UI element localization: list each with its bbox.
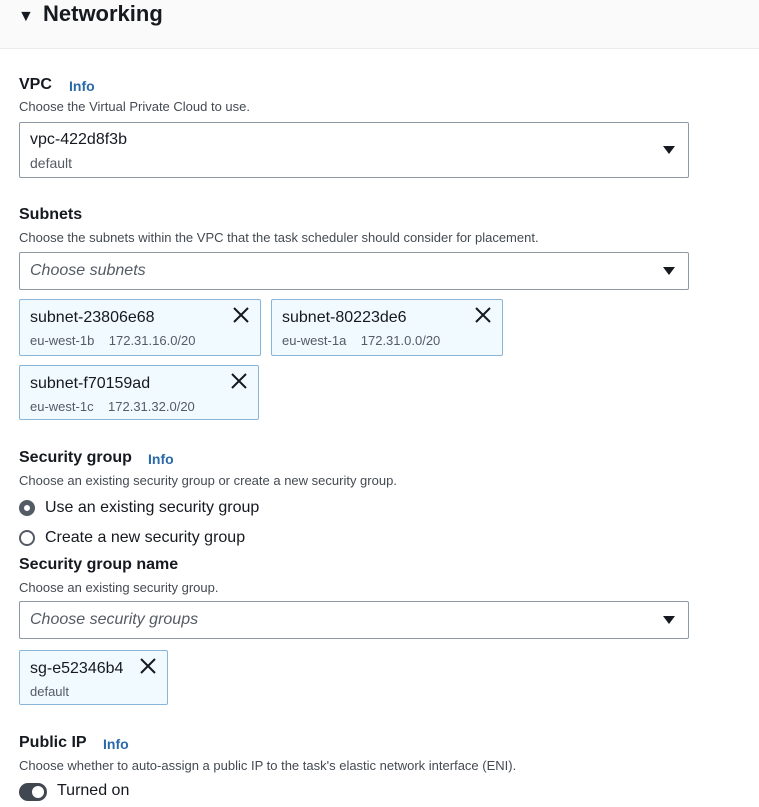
radio-create-new[interactable]: [19, 530, 35, 546]
subnet-token: subnet-f70159ad eu-west-1c 172.31.32.0/2…: [19, 365, 259, 420]
radio-use-existing[interactable]: [19, 500, 35, 516]
remove-icon[interactable]: [139, 657, 157, 675]
dropdown-caret-icon: [663, 616, 675, 624]
subnet-token-detail: eu-west-1b 172.31.16.0/20: [30, 333, 196, 348]
security-group-label: Security group: [19, 449, 132, 466]
vpc-label: VPC: [19, 76, 52, 93]
section-title: Networking: [43, 1, 163, 26]
vpc-selected-detail: default: [30, 155, 73, 171]
subnet-token-detail: eu-west-1c 172.31.32.0/20: [30, 399, 195, 414]
subnet-token: subnet-80223de6 eu-west-1a 172.31.0.0/20: [271, 299, 503, 356]
public-ip-info-link[interactable]: Info: [103, 736, 129, 752]
remove-icon[interactable]: [230, 372, 248, 390]
vpc-info-link[interactable]: Info: [69, 78, 95, 94]
subnets-description: Choose the subnets within the VPC that t…: [19, 230, 539, 245]
subnets-placeholder: Choose subnets: [30, 262, 146, 279]
security-group-name-label: Security group name: [19, 556, 179, 573]
public-ip-description: Choose whether to auto-assign a public I…: [19, 758, 517, 773]
networking-section-header[interactable]: ▼ Networking: [0, 0, 759, 49]
security-group-token: sg-e52346b4 default: [19, 650, 168, 705]
caret-down-icon[interactable]: ▼: [18, 8, 34, 26]
radio-use-existing-label[interactable]: Use an existing security group: [45, 499, 259, 517]
vpc-description: Choose the Virtual Private Cloud to use.: [19, 99, 251, 114]
remove-icon[interactable]: [232, 306, 250, 324]
vpc-select[interactable]: vpc-422d8f3b default: [19, 122, 689, 178]
security-group-info-link[interactable]: Info: [148, 451, 174, 467]
subnet-token-name: subnet-f70159ad: [30, 375, 151, 392]
radio-create-new-label[interactable]: Create a new security group: [45, 529, 245, 547]
public-ip-label: Public IP: [19, 734, 87, 751]
subnet-token-name: subnet-23806e68: [30, 309, 155, 326]
dropdown-caret-icon: [663, 267, 675, 275]
toggle-knob: [32, 786, 44, 798]
vpc-selected-value: vpc-422d8f3b: [30, 131, 127, 148]
security-groups-select[interactable]: Choose security groups: [19, 601, 689, 639]
subnet-token-detail: eu-west-1a 172.31.0.0/20: [282, 333, 441, 348]
public-ip-toggle[interactable]: [19, 783, 47, 801]
remove-icon[interactable]: [474, 306, 492, 324]
security-group-name-description: Choose an existing security group.: [19, 580, 219, 595]
subnets-select[interactable]: Choose subnets: [19, 252, 689, 290]
security-group-description: Choose an existing security group or cre…: [19, 473, 397, 488]
subnets-label: Subnets: [19, 206, 83, 223]
dropdown-caret-icon: [663, 146, 675, 154]
security-groups-placeholder: Choose security groups: [30, 611, 199, 628]
subnet-token-name: subnet-80223de6: [282, 309, 407, 326]
public-ip-toggle-label: Turned on: [57, 782, 130, 799]
subnet-token: subnet-23806e68 eu-west-1b 172.31.16.0/2…: [19, 299, 261, 356]
security-group-token-detail: default: [30, 684, 70, 699]
security-group-token-name: sg-e52346b4: [30, 660, 124, 677]
